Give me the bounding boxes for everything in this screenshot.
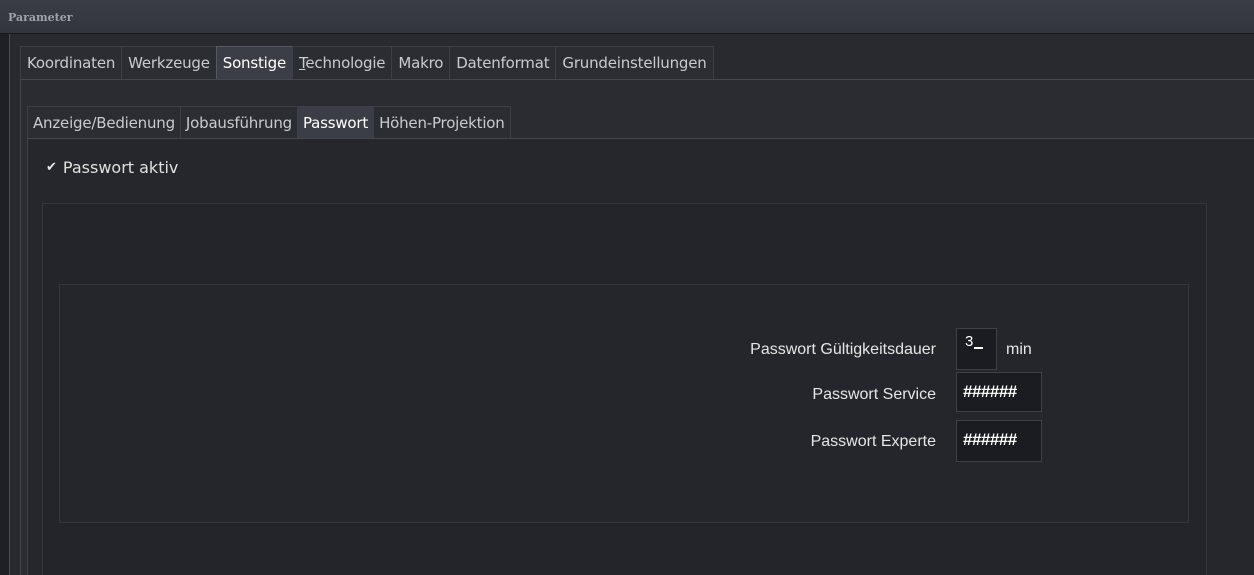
tab-label: Koordinaten xyxy=(27,54,116,72)
tab-anzeige-bedienung[interactable]: Anzeige/Bedienung xyxy=(27,106,180,138)
text-cursor xyxy=(974,347,983,349)
service-password-value: ###### xyxy=(963,382,1017,401)
tab-grundeinstellungen[interactable]: Grundeinstellungen xyxy=(555,46,714,79)
window-titlebar: Parameter xyxy=(0,0,1254,34)
tab-label: Grundeinstellungen xyxy=(562,54,707,72)
tab-technologie[interactable]: Technologie xyxy=(291,46,392,79)
tab-label: Höhen-Projektion xyxy=(379,114,505,132)
tab-label: Makro xyxy=(398,54,444,72)
tab-label: Datenformat xyxy=(456,54,550,72)
tab-jobausfuehrung[interactable]: Jobausführung xyxy=(179,106,297,138)
expert-password-value: ###### xyxy=(963,430,1017,449)
service-password-input[interactable]: ###### xyxy=(956,372,1042,412)
tab-passwort[interactable]: Passwort xyxy=(296,106,374,138)
passwort-aktiv-checkbox[interactable]: ✔ Passwort aktiv xyxy=(46,155,178,179)
tab-label: Sonstige xyxy=(222,54,286,72)
validity-unit: min xyxy=(1006,341,1032,358)
checkbox-label: Passwort aktiv xyxy=(62,157,179,177)
tab-datenformat[interactable]: Datenformat xyxy=(449,46,556,79)
expert-label: Passwort Experte xyxy=(810,433,936,450)
tab-label: echnologie xyxy=(305,54,386,72)
tab-label: Passwort xyxy=(302,114,369,132)
tab-label: Werkzeuge xyxy=(128,54,210,72)
tab-makro[interactable]: Makro xyxy=(391,46,450,79)
expert-password-input[interactable]: ###### xyxy=(956,420,1042,462)
tab-hoehen-projektion[interactable]: Höhen-Projektion xyxy=(373,106,511,138)
tab-label: Jobausführung xyxy=(185,114,292,132)
main-tab-bar: Koordinaten Werkzeuge Sonstige Technolog… xyxy=(20,46,714,79)
tab-werkzeuge[interactable]: Werkzeuge xyxy=(121,46,216,79)
window-title: Parameter xyxy=(8,11,73,24)
tab-koordinaten[interactable]: Koordinaten xyxy=(20,46,122,79)
validity-input[interactable]: 3 xyxy=(956,328,997,370)
service-label: Passwort Service xyxy=(812,386,936,403)
validity-value: 3 xyxy=(965,333,974,350)
tab-label: Anzeige/Bedienung xyxy=(33,114,175,132)
sub-tab-bar: Anzeige/Bedienung Jobausführung Passwort… xyxy=(27,106,511,138)
tab-sonstige[interactable]: Sonstige xyxy=(215,46,292,79)
validity-label: Passwort Gültigkeitsdauer xyxy=(750,341,936,358)
checkmark-icon: ✔ xyxy=(46,159,57,175)
